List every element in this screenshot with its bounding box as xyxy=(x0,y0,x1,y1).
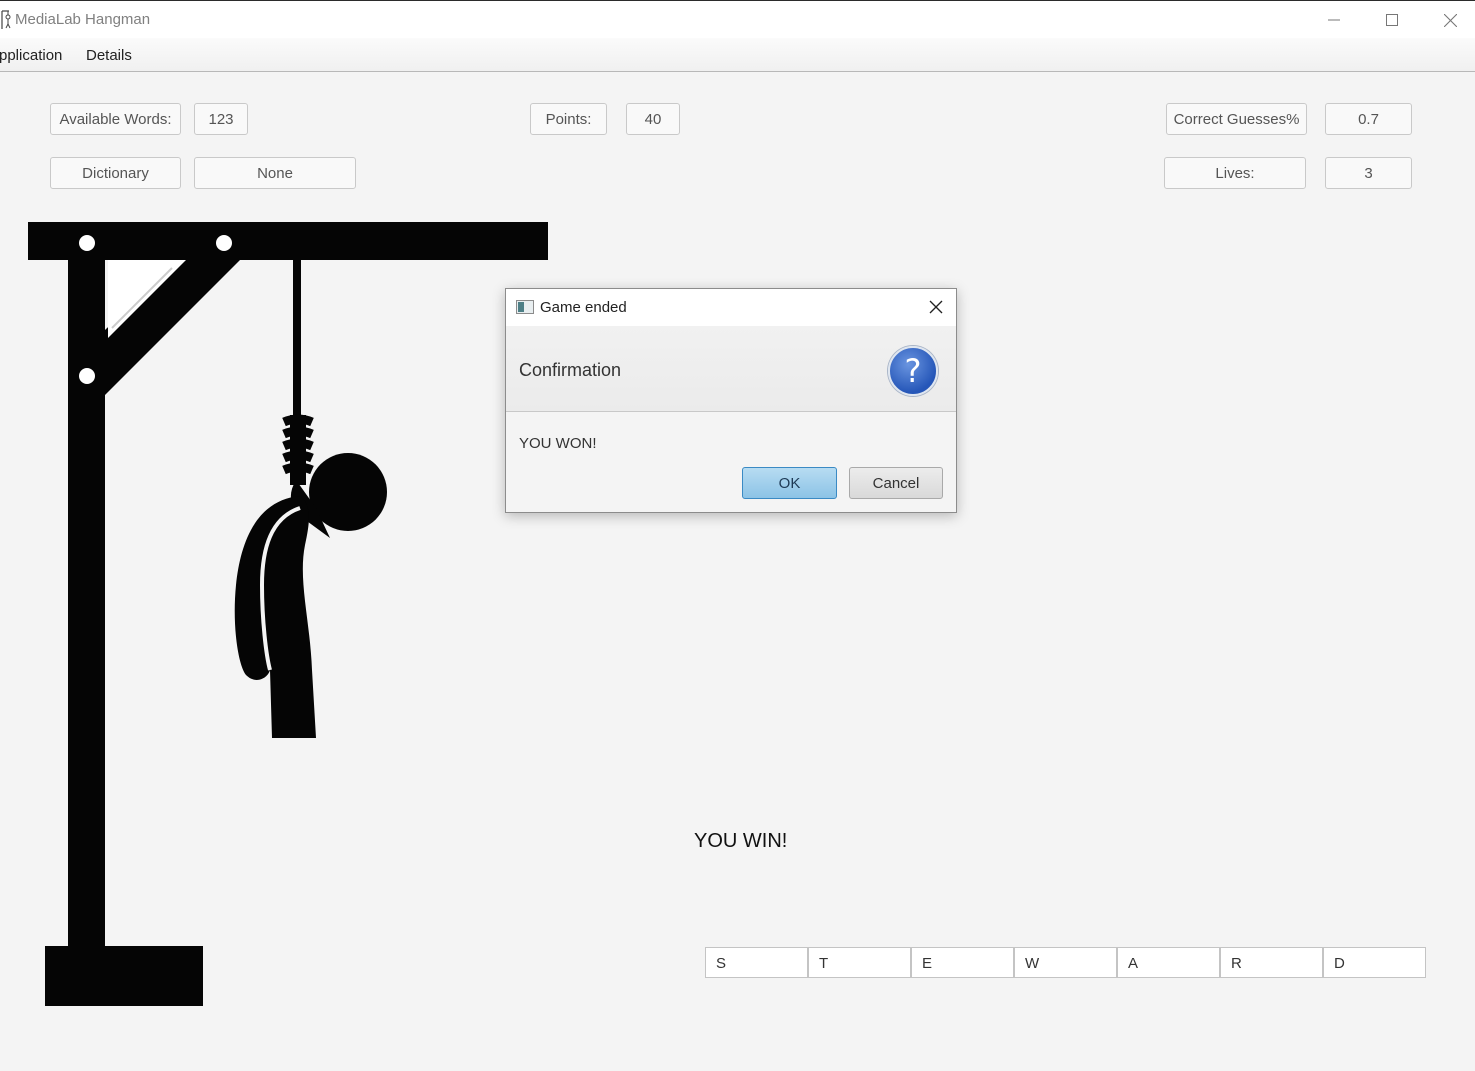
close-button[interactable] xyxy=(1421,1,1475,39)
lives-value: 3 xyxy=(1325,157,1412,189)
maximize-icon xyxy=(1386,14,1398,26)
dialog-header-text: Confirmation xyxy=(519,360,622,380)
window-title: MediaLab Hangman xyxy=(15,11,151,28)
correct-guesses-label: Correct Guesses% xyxy=(1166,103,1307,135)
close-icon xyxy=(1443,13,1457,27)
cancel-button[interactable]: Cancel xyxy=(849,467,943,499)
letter-box: A xyxy=(1117,947,1220,978)
result-text: YOU WIN! xyxy=(694,830,788,852)
dialog-content-text: YOU WON! xyxy=(519,435,597,452)
points-value: 40 xyxy=(626,103,680,135)
points-label: Points: xyxy=(530,103,607,135)
menu-details[interactable]: Details xyxy=(86,47,132,64)
available-words-value: 123 xyxy=(194,103,248,135)
game-ended-dialog: Game ended Confirmation ? YOU WON! OK Ca… xyxy=(505,288,957,513)
lives-label: Lives: xyxy=(1164,157,1306,189)
question-icon: ? xyxy=(888,346,938,396)
maximize-button[interactable] xyxy=(1363,1,1421,39)
dialog-header: Confirmation ? xyxy=(506,326,956,412)
word-letters: S T E W A R D xyxy=(705,947,1426,978)
dialog-title: Game ended xyxy=(540,299,627,316)
menu-bar: pplication Details xyxy=(0,38,1475,72)
minimize-button[interactable] xyxy=(1305,1,1363,39)
letter-box: S xyxy=(705,947,808,978)
hangman-app-icon xyxy=(1,10,11,29)
menu-application[interactable]: pplication xyxy=(0,47,62,64)
minimize-icon xyxy=(1328,19,1340,21)
dialog-close-icon[interactable] xyxy=(928,299,944,315)
dictionary-value: None xyxy=(194,157,356,189)
hangman-gallows-image xyxy=(28,222,548,1006)
dialog-title-bar: Game ended xyxy=(506,289,956,326)
ok-button[interactable]: OK xyxy=(742,467,837,499)
letter-box: R xyxy=(1220,947,1323,978)
letter-box: T xyxy=(808,947,911,978)
letter-box: W xyxy=(1014,947,1117,978)
letter-box: E xyxy=(911,947,1014,978)
dialog-window-icon xyxy=(516,300,534,314)
letter-box: D xyxy=(1323,947,1426,978)
dictionary-label: Dictionary xyxy=(50,157,181,189)
available-words-label: Available Words: xyxy=(50,103,181,135)
correct-guesses-value: 0.7 xyxy=(1325,103,1412,135)
title-bar: MediaLab Hangman xyxy=(0,0,1475,38)
